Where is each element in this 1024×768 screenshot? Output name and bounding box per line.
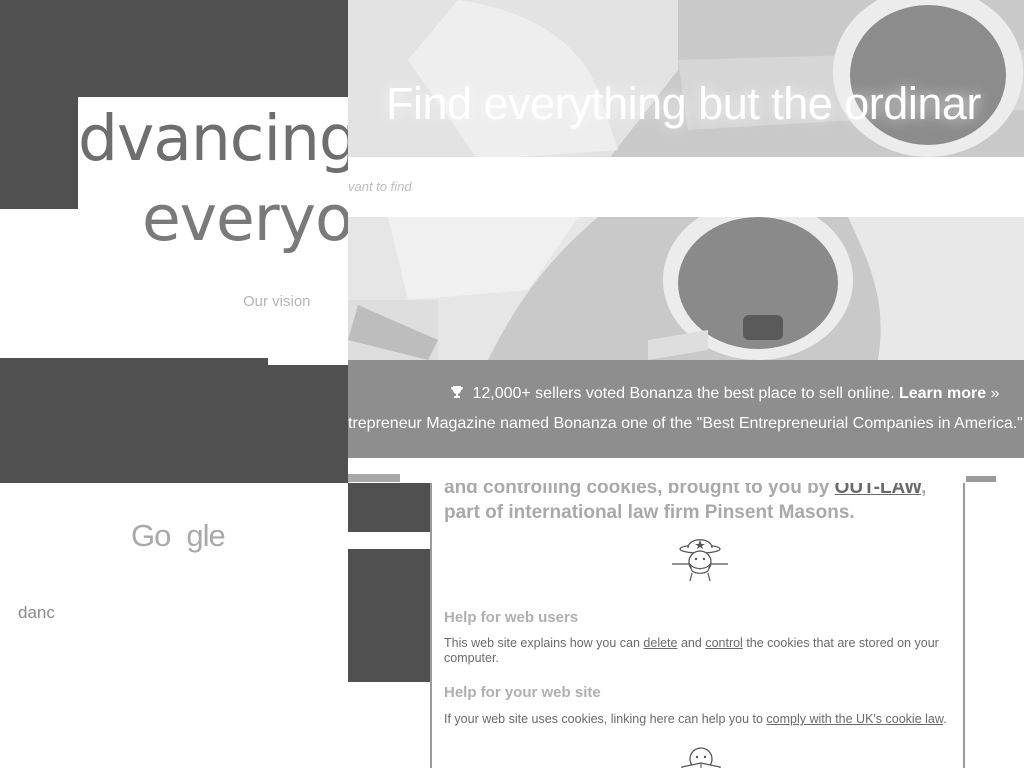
cowboy-reading-icon: [681, 747, 721, 768]
search-input[interactable]: vant to find: [348, 179, 412, 194]
learn-more-arrow: »: [990, 385, 1000, 402]
headline-line-1: dvancing: [78, 102, 359, 175]
help-web-users-text: This web site explains how you can delet…: [444, 636, 959, 666]
image-sliver: [348, 474, 400, 482]
out-law-link[interactable]: OUT-LAW: [835, 483, 922, 498]
help-web-users-heading: Help for web users: [444, 609, 579, 626]
hero-title: Find everything but the ordinar: [386, 78, 981, 129]
cowboy-icon: [672, 539, 728, 582]
help-web-site-heading: Help for your web site: [444, 684, 601, 701]
banner-line-2: trepreneur Magazine named Bonanza one of…: [348, 415, 1023, 432]
dark-block-notch-fill: [268, 365, 348, 483]
help-web-users-and: and: [680, 636, 702, 650]
cookie-intro: and controlling cookies, brought to you …: [444, 483, 954, 525]
headline-line-2: everyo: [142, 182, 354, 255]
banner-line-1: 12,000+ sellers voted Bonanza the best p…: [450, 385, 999, 403]
control-link[interactable]: control: [705, 636, 743, 650]
our-vision-link[interactable]: Our vision: [243, 293, 311, 310]
comply-link[interactable]: comply with the UK's cookie law: [766, 712, 943, 726]
delete-link[interactable]: delete: [643, 636, 677, 650]
dark-block-notch: [268, 358, 348, 365]
logo-right: gle: [186, 518, 225, 553]
trophy-icon: [451, 386, 463, 398]
image-sliver-right: [966, 476, 996, 482]
promo-banner: 12,000+ sellers voted Bonanza the best p…: [348, 360, 1024, 458]
footer-fragment: danc: [18, 603, 55, 622]
search-bar[interactable]: [348, 157, 1024, 217]
google-logo[interactable]: Go gle: [131, 518, 226, 554]
help-web-site-text: If your web site uses cookies, linking h…: [444, 712, 959, 727]
cookie-intro-comma: ,: [921, 483, 927, 498]
logo-left: Go: [131, 518, 171, 553]
help-web-users-prefix: This web site explains how you can: [444, 636, 640, 650]
banner-line-1-text: 12,000+ sellers voted Bonanza the best p…: [472, 385, 895, 402]
help-web-site-prefix: If your web site uses cookies, linking h…: [444, 712, 763, 726]
dark-block-small: [348, 483, 430, 532]
cookie-info-panel: and controlling cookies, brought to you …: [430, 483, 965, 768]
cookie-intro-line-2: part of international law firm Pinsent M…: [444, 502, 855, 523]
help-web-site-suffix: .: [943, 712, 947, 726]
learn-more-link[interactable]: Learn more: [899, 385, 986, 402]
cookie-intro-prefix: and controlling cookies, brought to you …: [444, 483, 830, 498]
dark-block-lower: [348, 549, 430, 682]
